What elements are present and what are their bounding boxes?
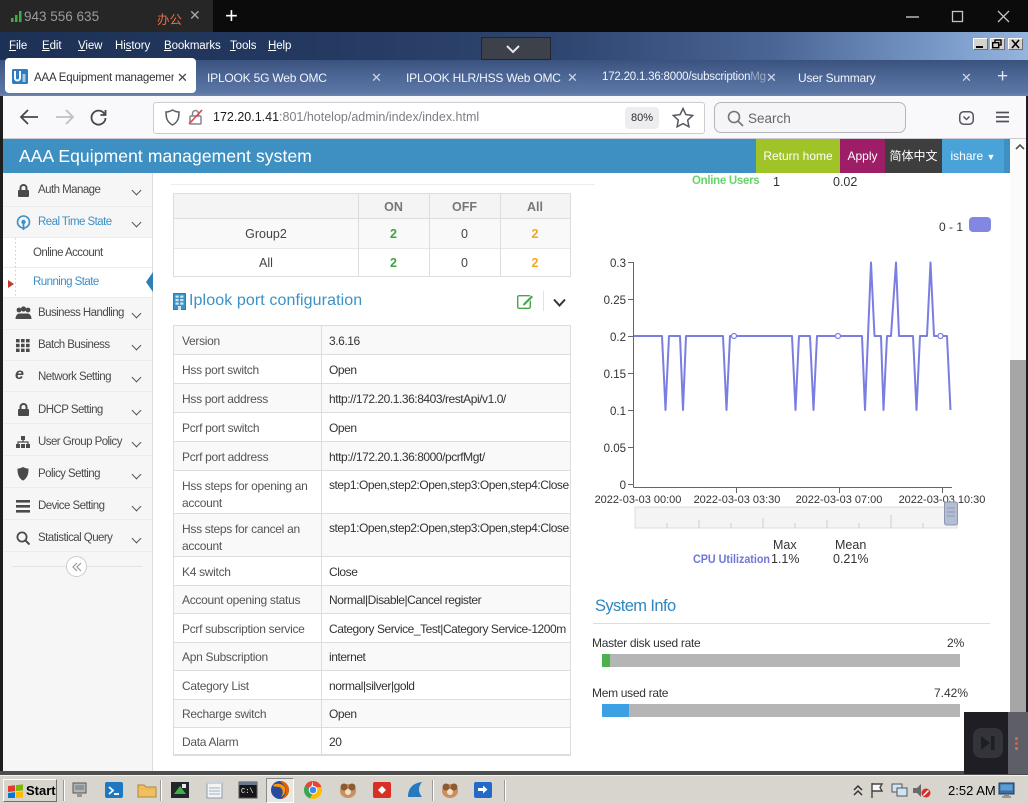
svg-text:0: 0 — [620, 480, 626, 492]
svg-text:Mean: Mean — [835, 538, 866, 552]
svg-text:0 - 1: 0 - 1 — [939, 220, 963, 234]
svg-text:0.21%: 0.21% — [833, 552, 868, 566]
svg-text:0.1: 0.1 — [610, 406, 626, 418]
svg-text:CPU Utilization: CPU Utilization — [693, 552, 770, 566]
svg-text:0.2: 0.2 — [610, 332, 626, 344]
svg-text:2022-03-03 07:00: 2022-03-03 07:00 — [796, 494, 883, 506]
svg-text:C:\: C:\ — [241, 788, 254, 796]
svg-text:0.25: 0.25 — [604, 295, 626, 307]
svg-text:2022-03-03 03:30: 2022-03-03 03:30 — [694, 494, 781, 506]
svg-text:0.15: 0.15 — [604, 369, 626, 381]
svg-text:0.3: 0.3 — [610, 258, 626, 270]
svg-text:Max: Max — [773, 538, 797, 552]
svg-text:0.05: 0.05 — [604, 443, 626, 455]
svg-text:1.1%: 1.1% — [771, 552, 800, 566]
svg-text:2022-03-03 10:30: 2022-03-03 10:30 — [899, 494, 986, 506]
svg-text:2022-03-03 00:00: 2022-03-03 00:00 — [595, 494, 682, 506]
